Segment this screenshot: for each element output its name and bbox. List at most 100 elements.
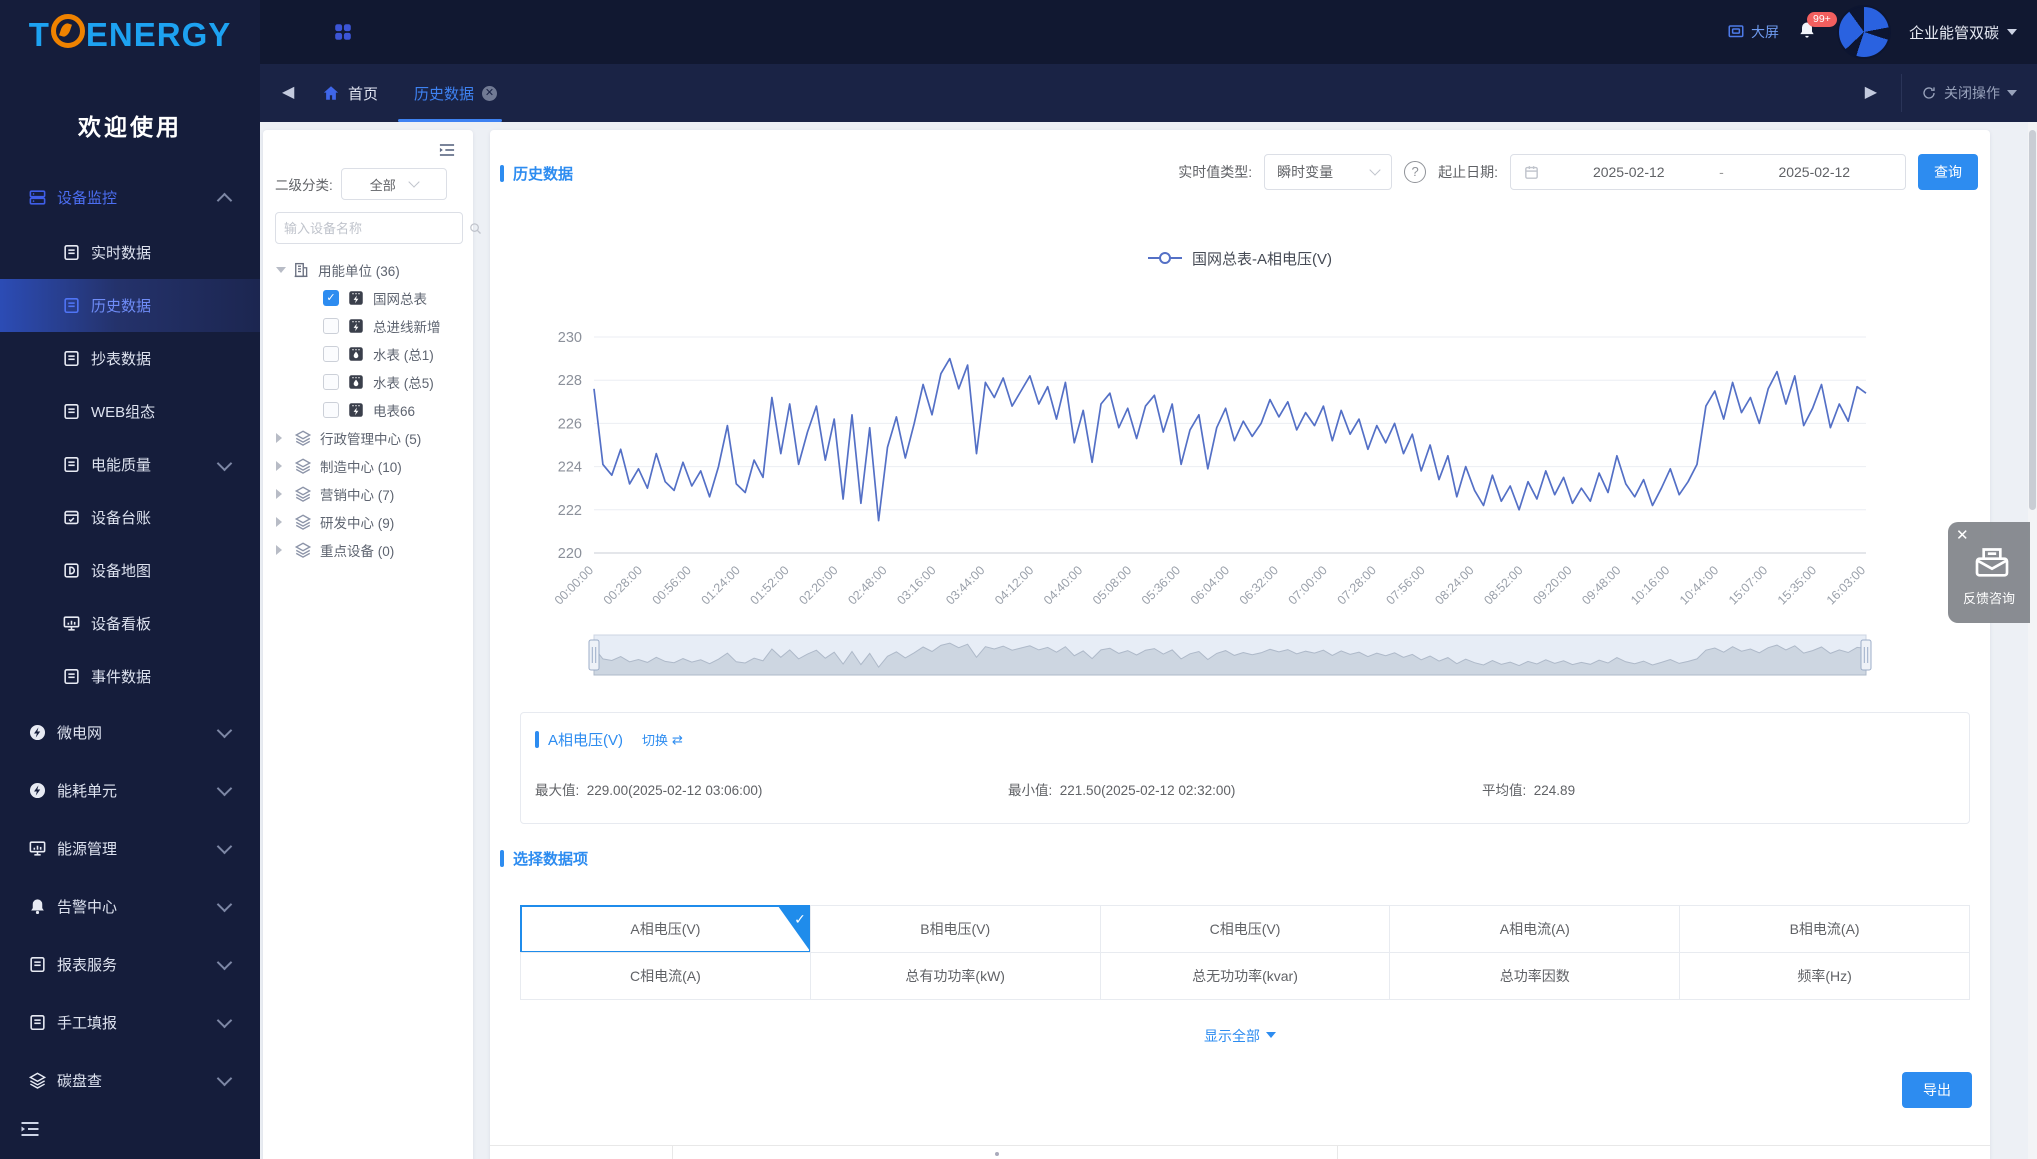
tree-group-重点设备 (0)[interactable]: 重点设备 (0) xyxy=(263,536,473,564)
avg-value: 平均值: 224.89 xyxy=(1482,779,1575,799)
doc-icon xyxy=(28,955,47,974)
data-item-B相电压(V)[interactable]: B相电压(V) xyxy=(810,905,1100,952)
big-screen-button[interactable]: 大屏 xyxy=(1727,22,1779,42)
caret-right-icon[interactable] xyxy=(276,517,287,527)
realtime-type-label: 实时值类型: xyxy=(1178,162,1252,182)
tree-device-总进线新增[interactable]: 总进线新增 xyxy=(263,312,473,340)
checkbox[interactable]: ✓ xyxy=(323,290,339,306)
doc-icon xyxy=(62,455,81,474)
export-button[interactable]: 导出 xyxy=(1902,1072,1972,1108)
chevron-down-icon xyxy=(217,955,233,971)
scrollbar-thumb[interactable] xyxy=(2029,130,2036,510)
caret-right-icon[interactable] xyxy=(276,433,287,443)
sidebar-item-实时数据[interactable]: 实时数据 xyxy=(0,226,260,279)
history-line-chart[interactable]: 23022822622422222000:00:0000:28:0000:56:… xyxy=(490,260,1990,690)
data-item-C相电压(V)[interactable]: C相电压(V) xyxy=(1100,905,1390,952)
sidebar-collapse-icon[interactable] xyxy=(18,1117,42,1141)
tree-group-行政管理中心 (5)[interactable]: 行政管理中心 (5) xyxy=(263,424,473,452)
tree-root-node[interactable]: 用能单位 (36) xyxy=(263,256,473,284)
tree-device-电表66[interactable]: 电表66 xyxy=(263,396,473,424)
data-item-A相电压(V)[interactable]: A相电压(V)✓ xyxy=(520,905,810,952)
swap-icon: ⇄ xyxy=(672,732,683,748)
sidebar-item-设备台账[interactable]: 设备台账 xyxy=(0,491,260,544)
table-column-divider xyxy=(672,1146,673,1159)
tree-device-水表 (总5)[interactable]: 水表 (总5) xyxy=(263,368,473,396)
tree-group-制造中心 (10)[interactable]: 制造中心 (10) xyxy=(263,452,473,480)
sidebar-item-设备看板[interactable]: 设备看板 xyxy=(0,597,260,650)
caret-down-icon[interactable] xyxy=(276,267,286,278)
show-all-button[interactable]: 显示全部 xyxy=(1204,1026,1276,1046)
tab-close-icon[interactable]: ✕ xyxy=(482,86,497,101)
chart-canvas[interactable]: 23022822622422222000:00:0000:28:0000:56:… xyxy=(490,260,1990,690)
sidebar-item-label: 设备台账 xyxy=(91,507,151,528)
header-actions: 大屏 99+ 企业能管双碳 xyxy=(1727,0,2017,64)
refresh-icon[interactable] xyxy=(1921,85,1937,101)
sidebar-item-能源管理[interactable]: 能源管理 xyxy=(0,819,260,877)
tab-home[interactable]: 首页 xyxy=(308,64,392,122)
sidebar-item-历史数据[interactable]: 历史数据 xyxy=(0,279,260,332)
svg-text:15:35:00: 15:35:00 xyxy=(1775,563,1819,607)
date-range-picker[interactable]: 2025-02-12 - 2025-02-12 xyxy=(1510,154,1906,190)
end-date-value[interactable]: 2025-02-12 xyxy=(1736,164,1894,180)
avatar[interactable] xyxy=(1837,5,1891,59)
sidebar-item-微电网[interactable]: 微电网 xyxy=(0,703,260,761)
help-icon[interactable]: ? xyxy=(1404,161,1426,183)
realtime-type-select[interactable]: 瞬时变量 xyxy=(1264,154,1392,190)
data-item-频率(Hz)[interactable]: 频率(Hz) xyxy=(1679,952,1969,999)
data-item-总无功功率(kvar)[interactable]: 总无功功率(kvar) xyxy=(1100,952,1390,999)
data-item-A相电流(A)[interactable]: A相电流(A) xyxy=(1389,905,1679,952)
checkbox[interactable] xyxy=(323,402,339,418)
tree-group-营销中心 (7)[interactable]: 营销中心 (7) xyxy=(263,480,473,508)
panel-fold-icon[interactable] xyxy=(437,140,457,160)
svg-text:09:20:00: 09:20:00 xyxy=(1530,563,1574,607)
sidebar-item-手工填报[interactable]: 手工填报 xyxy=(0,993,260,1051)
sidebar-item-报表服务[interactable]: 报表服务 xyxy=(0,935,260,993)
category-select[interactable]: 全部 xyxy=(341,168,447,200)
sidebar-item-label: 历史数据 xyxy=(91,295,151,316)
device-tree-panel: 二级分类: 全部 用能单位 (36)✓国网总表总进线新增水表 (总1)水表 (总… xyxy=(263,130,473,1159)
data-item-C相电流(A)[interactable]: C相电流(A) xyxy=(520,952,810,999)
caret-right-icon[interactable] xyxy=(276,461,287,471)
sidebar-item-告警中心[interactable]: 告警中心 xyxy=(0,877,260,935)
svg-text:10:44:00: 10:44:00 xyxy=(1677,563,1721,607)
layers-icon xyxy=(294,513,312,531)
switch-parameter-button[interactable]: 切换 ⇄ xyxy=(642,730,683,749)
sidebar-item-抄表数据[interactable]: 抄表数据 xyxy=(0,332,260,385)
tree-device-国网总表[interactable]: ✓国网总表 xyxy=(263,284,473,312)
caret-right-icon[interactable] xyxy=(276,545,287,555)
sidebar-item-碳盘查[interactable]: 碳盘查 xyxy=(0,1051,260,1109)
tabs-scroll-left-icon[interactable]: ◀ xyxy=(282,82,294,102)
sidebar-item-电能质量[interactable]: 电能质量 xyxy=(0,438,260,491)
caret-right-icon[interactable] xyxy=(276,489,287,499)
tree-node-label: 营销中心 (7) xyxy=(320,484,394,504)
workspace-switcher[interactable]: 企业能管双碳 xyxy=(1909,22,2017,43)
data-item-总有功功率(kW)[interactable]: 总有功功率(kW) xyxy=(810,952,1100,999)
tree-group-研发中心 (9)[interactable]: 研发中心 (9) xyxy=(263,508,473,536)
notifications-bell[interactable]: 99+ xyxy=(1797,20,1819,44)
close-icon[interactable]: ✕ xyxy=(1956,526,1969,544)
sidebar-item-label: 抄表数据 xyxy=(91,348,151,369)
close-operations-menu[interactable]: 关闭操作 xyxy=(1921,64,2017,122)
device-search-input[interactable] xyxy=(276,221,468,236)
tree-device-水表 (总1)[interactable]: 水表 (总1) xyxy=(263,340,473,368)
checkbox[interactable] xyxy=(323,346,339,362)
sidebar-item-能耗单元[interactable]: 能耗单元 xyxy=(0,761,260,819)
date-separator: - xyxy=(1708,164,1736,180)
tabs-scroll-right-icon[interactable]: ▶ xyxy=(1865,82,1877,102)
sidebar-item-事件数据[interactable]: 事件数据 xyxy=(0,650,260,703)
bolt-icon xyxy=(28,781,47,800)
workspace-name: 企业能管双碳 xyxy=(1909,22,1999,43)
start-date-value[interactable]: 2025-02-12 xyxy=(1550,164,1708,180)
query-button[interactable]: 查询 xyxy=(1918,154,1978,190)
feedback-widget[interactable]: ✕ 反馈咨询 xyxy=(1948,522,2030,623)
apps-grid-icon[interactable] xyxy=(332,21,354,43)
data-item-B相电流(A)[interactable]: B相电流(A) xyxy=(1679,905,1969,952)
checkbox[interactable] xyxy=(323,318,339,334)
doc-icon xyxy=(62,296,81,315)
sidebar-item-设备地图[interactable]: 设备地图 xyxy=(0,544,260,597)
checkbox[interactable] xyxy=(323,374,339,390)
tab-history-data[interactable]: 历史数据 ✕ xyxy=(398,64,513,122)
sidebar-item-设备监控[interactable]: 设备监控 xyxy=(0,168,260,226)
sidebar-item-WEB组态[interactable]: WEB组态 xyxy=(0,385,260,438)
data-item-总功率因数[interactable]: 总功率因数 xyxy=(1389,952,1679,999)
